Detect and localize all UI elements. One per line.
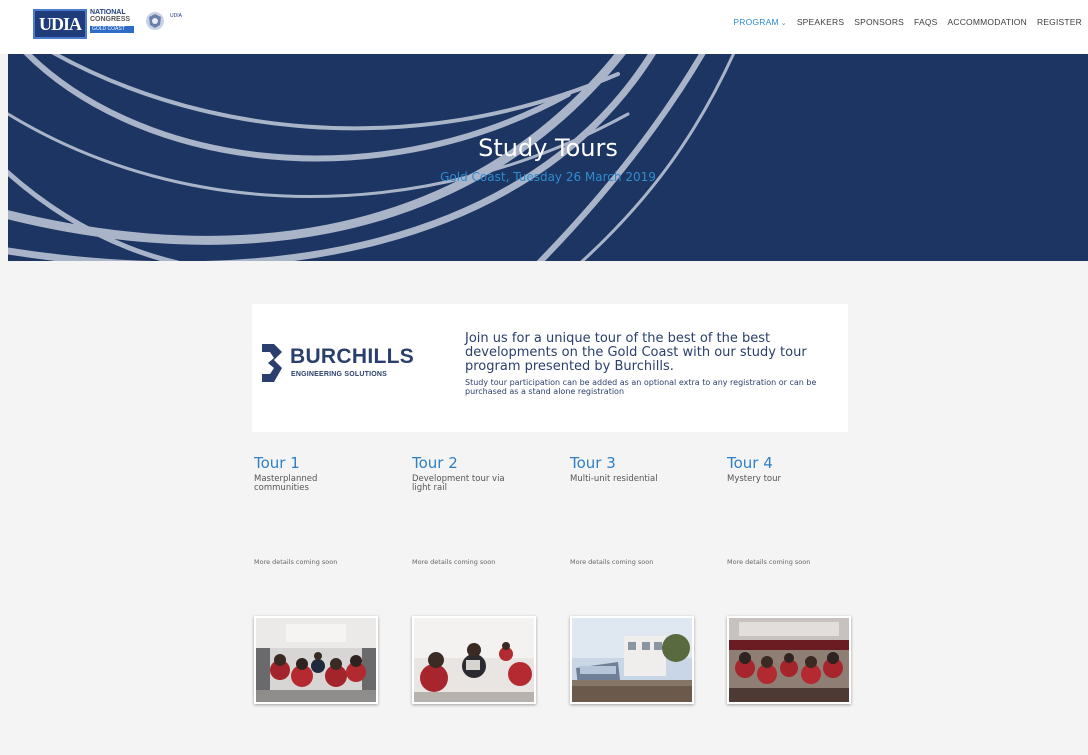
sponsor-banner: BURCHILLS ENGINEERING SOLUTIONS Join us … [252,304,848,432]
nav-item-faqs[interactable]: FAQS [914,17,937,27]
tour-card-3: Tour 3 Multi-unit residential More detai… [570,454,710,566]
tour-card-4: Tour 4 Mystery tour More details coming … [727,454,867,566]
tour-2-photo[interactable] [412,616,536,704]
nav-item-program[interactable]: PROGRAM ⌄ [733,17,786,27]
sponsor-heading: Join us for a unique tour of the best of… [465,331,807,374]
tour-title: Tour 3 [570,454,616,472]
sponsor-text: Join us for a unique tour of the best of… [465,331,845,397]
nav-item-accommodation[interactable]: ACCOMMODATION [948,17,1027,27]
national-congress-logo[interactable]: NATIONAL CONGRESS GOLD COAST [90,9,134,39]
main-nav: PROGRAM ⌄ SPEAKERS SPONSORS FAQS ACCOMMOD… [733,14,1082,30]
natcong-line1: NATIONAL [90,9,126,16]
tour-card-1: Tour 1 Masterplanned communities More de… [254,454,394,566]
tour-more-details: More details coming soon [254,558,338,566]
tour-description: Mystery tour [727,474,781,484]
nav-item-sponsors[interactable]: SPONSORS [854,17,904,27]
burchills-logo[interactable]: BURCHILLS ENGINEERING SOLUTIONS [260,342,430,392]
tour-description: Multi-unit residential [570,474,658,484]
page-title: Study Tours [478,134,618,162]
page-subtitle: Gold Coast, Tuesday 26 March 2019 [440,170,656,184]
chevron-down-icon: ⌄ [780,20,787,27]
nav-item-register[interactable]: REGISTER [1037,17,1082,27]
burchills-tagline: ENGINEERING SOLUTIONS [291,371,387,378]
tour-title: Tour 1 [254,454,300,472]
tour-3-photo[interactable] [570,616,694,704]
nav-item-program-label: PROGRAM [733,17,779,27]
udia-logo[interactable]: UDIA [33,9,87,39]
secondary-logo: UDIA [170,13,182,19]
tour-title: Tour 2 [412,454,458,472]
crest-icon [144,10,166,32]
tour-card-2: Tour 2 Development tour via light rail M… [412,454,552,566]
tour-more-details: More details coming soon [570,558,654,566]
tour-more-details: More details coming soon [412,558,496,566]
natcong-line3: GOLD COAST [90,26,134,33]
natcong-line2: CONGRESS [90,16,131,23]
tour-4-photo[interactable] [727,616,851,704]
burchills-mark-icon [262,344,282,382]
tour-description: Masterplanned communities [254,474,318,493]
site-header: UDIA NATIONAL CONGRESS GOLD COAST UDIA P… [0,0,1088,54]
nav-item-speakers[interactable]: SPEAKERS [797,17,844,27]
burchills-name: BURCHILLS [290,345,415,368]
tour-title: Tour 4 [727,454,773,472]
sponsor-body: Study tour participation can be added as… [465,378,817,396]
tour-1-photo[interactable] [254,616,378,704]
hero-banner: Study Tours Gold Coast, Tuesday 26 March… [8,54,1088,261]
tour-description: Development tour via light rail [412,474,505,493]
tour-more-details: More details coming soon [727,558,811,566]
